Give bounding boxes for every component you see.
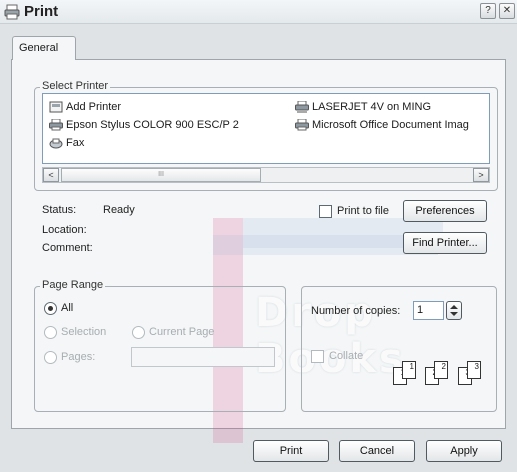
copies-spinner[interactable] bbox=[446, 301, 462, 320]
printer-item-laserjet[interactable]: LASERJET 4V on MING bbox=[295, 100, 431, 114]
print-button[interactable]: Print bbox=[253, 440, 329, 462]
selection-radio[interactable] bbox=[44, 326, 57, 339]
status-value: Ready bbox=[103, 204, 135, 216]
print-to-file-label: Print to file bbox=[337, 205, 389, 217]
collate-page: 1 bbox=[402, 361, 416, 379]
scroll-thumb[interactable]: III bbox=[61, 168, 261, 182]
apply-button[interactable]: Apply bbox=[426, 440, 502, 462]
all-radio[interactable] bbox=[44, 302, 57, 315]
spinner-arrows-icon bbox=[450, 305, 458, 316]
title-bar: Print ? ✕ bbox=[0, 0, 517, 24]
printer-icon bbox=[295, 119, 309, 131]
all-radio-label: All bbox=[61, 302, 74, 314]
printer-item-label: LASERJET 4V on MING bbox=[312, 101, 432, 113]
tab-general[interactable]: General bbox=[12, 36, 76, 60]
print-to-file-checkbox[interactable] bbox=[319, 205, 332, 218]
printer-item-ms-office-imaging[interactable]: Microsoft Office Document Imag bbox=[295, 118, 469, 132]
preferences-button[interactable]: Preferences bbox=[403, 200, 487, 222]
printer-icon bbox=[4, 4, 20, 20]
collate-checkbox[interactable] bbox=[311, 350, 324, 363]
printer-icon bbox=[49, 119, 63, 131]
printer-item-label: Microsoft Office Document Imag bbox=[312, 119, 469, 131]
printer-list[interactable]: Add Printer Epson Stylus COLOR 900 ESC/P… bbox=[42, 93, 490, 164]
location-label: Location: bbox=[42, 224, 87, 236]
copies-input[interactable]: 1 bbox=[413, 301, 444, 320]
add-printer-icon bbox=[49, 101, 63, 113]
printer-list-scrollbar[interactable]: < III > bbox=[42, 167, 490, 183]
current-page-radio-label: Current Page bbox=[149, 326, 215, 338]
close-button[interactable]: ✕ bbox=[499, 3, 515, 19]
printer-item-epson[interactable]: Epson Stylus COLOR 900 ESC/P 2 bbox=[49, 118, 239, 132]
pages-input[interactable] bbox=[131, 347, 275, 367]
window-title: Print bbox=[24, 3, 59, 20]
printer-item-fax[interactable]: Fax bbox=[49, 136, 84, 150]
printer-item-add-printer[interactable]: Add Printer bbox=[49, 100, 121, 114]
current-page-radio[interactable] bbox=[132, 326, 145, 339]
collate-page: 3 bbox=[467, 361, 481, 379]
help-button[interactable]: ? bbox=[480, 3, 496, 19]
scroll-right-button[interactable]: > bbox=[473, 168, 489, 182]
cancel-button[interactable]: Cancel bbox=[339, 440, 415, 462]
find-printer-button[interactable]: Find Printer... bbox=[403, 232, 487, 254]
printer-item-label: Add Printer bbox=[66, 101, 122, 113]
network-printer-icon bbox=[295, 101, 309, 113]
printer-item-label: Fax bbox=[66, 137, 85, 149]
pages-radio[interactable] bbox=[44, 351, 57, 364]
selection-radio-label: Selection bbox=[61, 326, 107, 338]
collate-label: Collate bbox=[329, 350, 364, 362]
select-printer-legend: Select Printer bbox=[40, 80, 111, 92]
scroll-left-button[interactable]: < bbox=[43, 168, 59, 182]
pages-radio-label: Pages: bbox=[61, 351, 96, 363]
printer-item-label: Epson Stylus COLOR 900 ESC/P 2 bbox=[66, 119, 239, 131]
fax-icon bbox=[49, 138, 63, 149]
number-of-copies-label: Number of copies: bbox=[311, 305, 401, 317]
page-range-legend: Page Range bbox=[40, 279, 106, 291]
comment-label: Comment: bbox=[42, 242, 93, 254]
collate-page: 2 bbox=[434, 361, 448, 379]
status-label: Status: bbox=[42, 204, 77, 216]
